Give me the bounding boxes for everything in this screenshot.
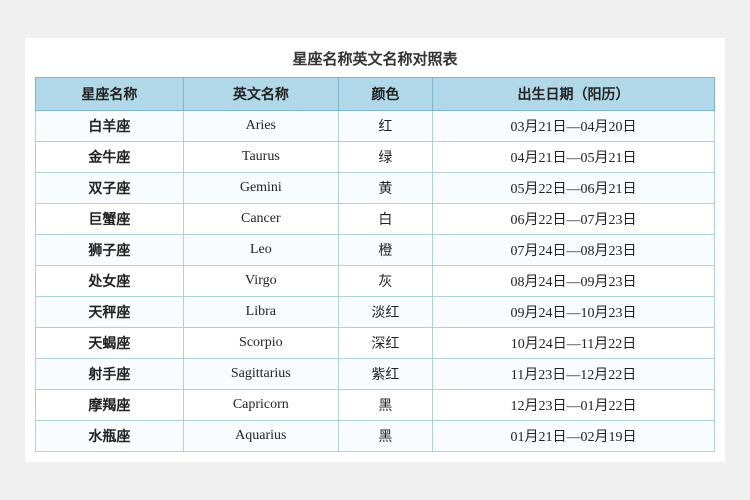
table-cell: 黑 <box>338 421 432 452</box>
table-cell: 淡红 <box>338 297 432 328</box>
table-cell: Libra <box>183 297 338 328</box>
table-row: 白羊座Aries红03月21日—04月20日 <box>36 111 715 142</box>
table-header-cell: 颜色 <box>338 78 432 111</box>
table-cell: 黄 <box>338 173 432 204</box>
table-row: 水瓶座Aquarius黑01月21日—02月19日 <box>36 421 715 452</box>
table-cell: 双子座 <box>36 173 184 204</box>
table-cell: Gemini <box>183 173 338 204</box>
table-cell: 12月23日—01月22日 <box>432 390 714 421</box>
table-cell: 06月22日—07月23日 <box>432 204 714 235</box>
table-cell: Virgo <box>183 266 338 297</box>
table-cell: 黑 <box>338 390 432 421</box>
table-row: 处女座Virgo灰08月24日—09月23日 <box>36 266 715 297</box>
table-cell: 白羊座 <box>36 111 184 142</box>
page-title: 星座名称英文名称对照表 <box>35 48 715 69</box>
table-cell: Taurus <box>183 142 338 173</box>
table-cell: 摩羯座 <box>36 390 184 421</box>
table-cell: 巨蟹座 <box>36 204 184 235</box>
table-cell: 水瓶座 <box>36 421 184 452</box>
table-cell: 01月21日—02月19日 <box>432 421 714 452</box>
table-cell: 10月24日—11月22日 <box>432 328 714 359</box>
table-cell: 04月21日—05月21日 <box>432 142 714 173</box>
table-cell: Aries <box>183 111 338 142</box>
zodiac-table: 星座名称英文名称颜色出生日期（阳历） 白羊座Aries红03月21日—04月20… <box>35 77 715 452</box>
table-header-cell: 出生日期（阳历） <box>432 78 714 111</box>
table-cell: 08月24日—09月23日 <box>432 266 714 297</box>
table-cell: 09月24日—10月23日 <box>432 297 714 328</box>
table-cell: 深红 <box>338 328 432 359</box>
table-cell: 11月23日—12月22日 <box>432 359 714 390</box>
table-cell: 处女座 <box>36 266 184 297</box>
table-cell: 天蝎座 <box>36 328 184 359</box>
table-cell: 白 <box>338 204 432 235</box>
table-row: 狮子座Leo橙07月24日—08月23日 <box>36 235 715 266</box>
table-cell: 07月24日—08月23日 <box>432 235 714 266</box>
table-header-row: 星座名称英文名称颜色出生日期（阳历） <box>36 78 715 111</box>
table-cell: 灰 <box>338 266 432 297</box>
table-cell: 紫红 <box>338 359 432 390</box>
table-row: 天蝎座Scorpio深红10月24日—11月22日 <box>36 328 715 359</box>
table-cell: 绿 <box>338 142 432 173</box>
table-cell: 射手座 <box>36 359 184 390</box>
table-row: 金牛座Taurus绿04月21日—05月21日 <box>36 142 715 173</box>
table-cell: Leo <box>183 235 338 266</box>
table-row: 射手座Sagittarius紫红11月23日—12月22日 <box>36 359 715 390</box>
table-row: 双子座Gemini黄05月22日—06月21日 <box>36 173 715 204</box>
table-row: 天秤座Libra淡红09月24日—10月23日 <box>36 297 715 328</box>
table-cell: 橙 <box>338 235 432 266</box>
table-cell: Aquarius <box>183 421 338 452</box>
table-cell: Cancer <box>183 204 338 235</box>
table-cell: Sagittarius <box>183 359 338 390</box>
table-cell: 05月22日—06月21日 <box>432 173 714 204</box>
table-cell: 金牛座 <box>36 142 184 173</box>
table-row: 巨蟹座Cancer白06月22日—07月23日 <box>36 204 715 235</box>
table-header-cell: 星座名称 <box>36 78 184 111</box>
table-cell: 天秤座 <box>36 297 184 328</box>
table-row: 摩羯座Capricorn黑12月23日—01月22日 <box>36 390 715 421</box>
table-cell: 狮子座 <box>36 235 184 266</box>
table-cell: Scorpio <box>183 328 338 359</box>
table-cell: 红 <box>338 111 432 142</box>
table-cell: 03月21日—04月20日 <box>432 111 714 142</box>
table-cell: Capricorn <box>183 390 338 421</box>
main-container: 星座名称英文名称对照表 星座名称英文名称颜色出生日期（阳历） 白羊座Aries红… <box>25 38 725 462</box>
table-header-cell: 英文名称 <box>183 78 338 111</box>
